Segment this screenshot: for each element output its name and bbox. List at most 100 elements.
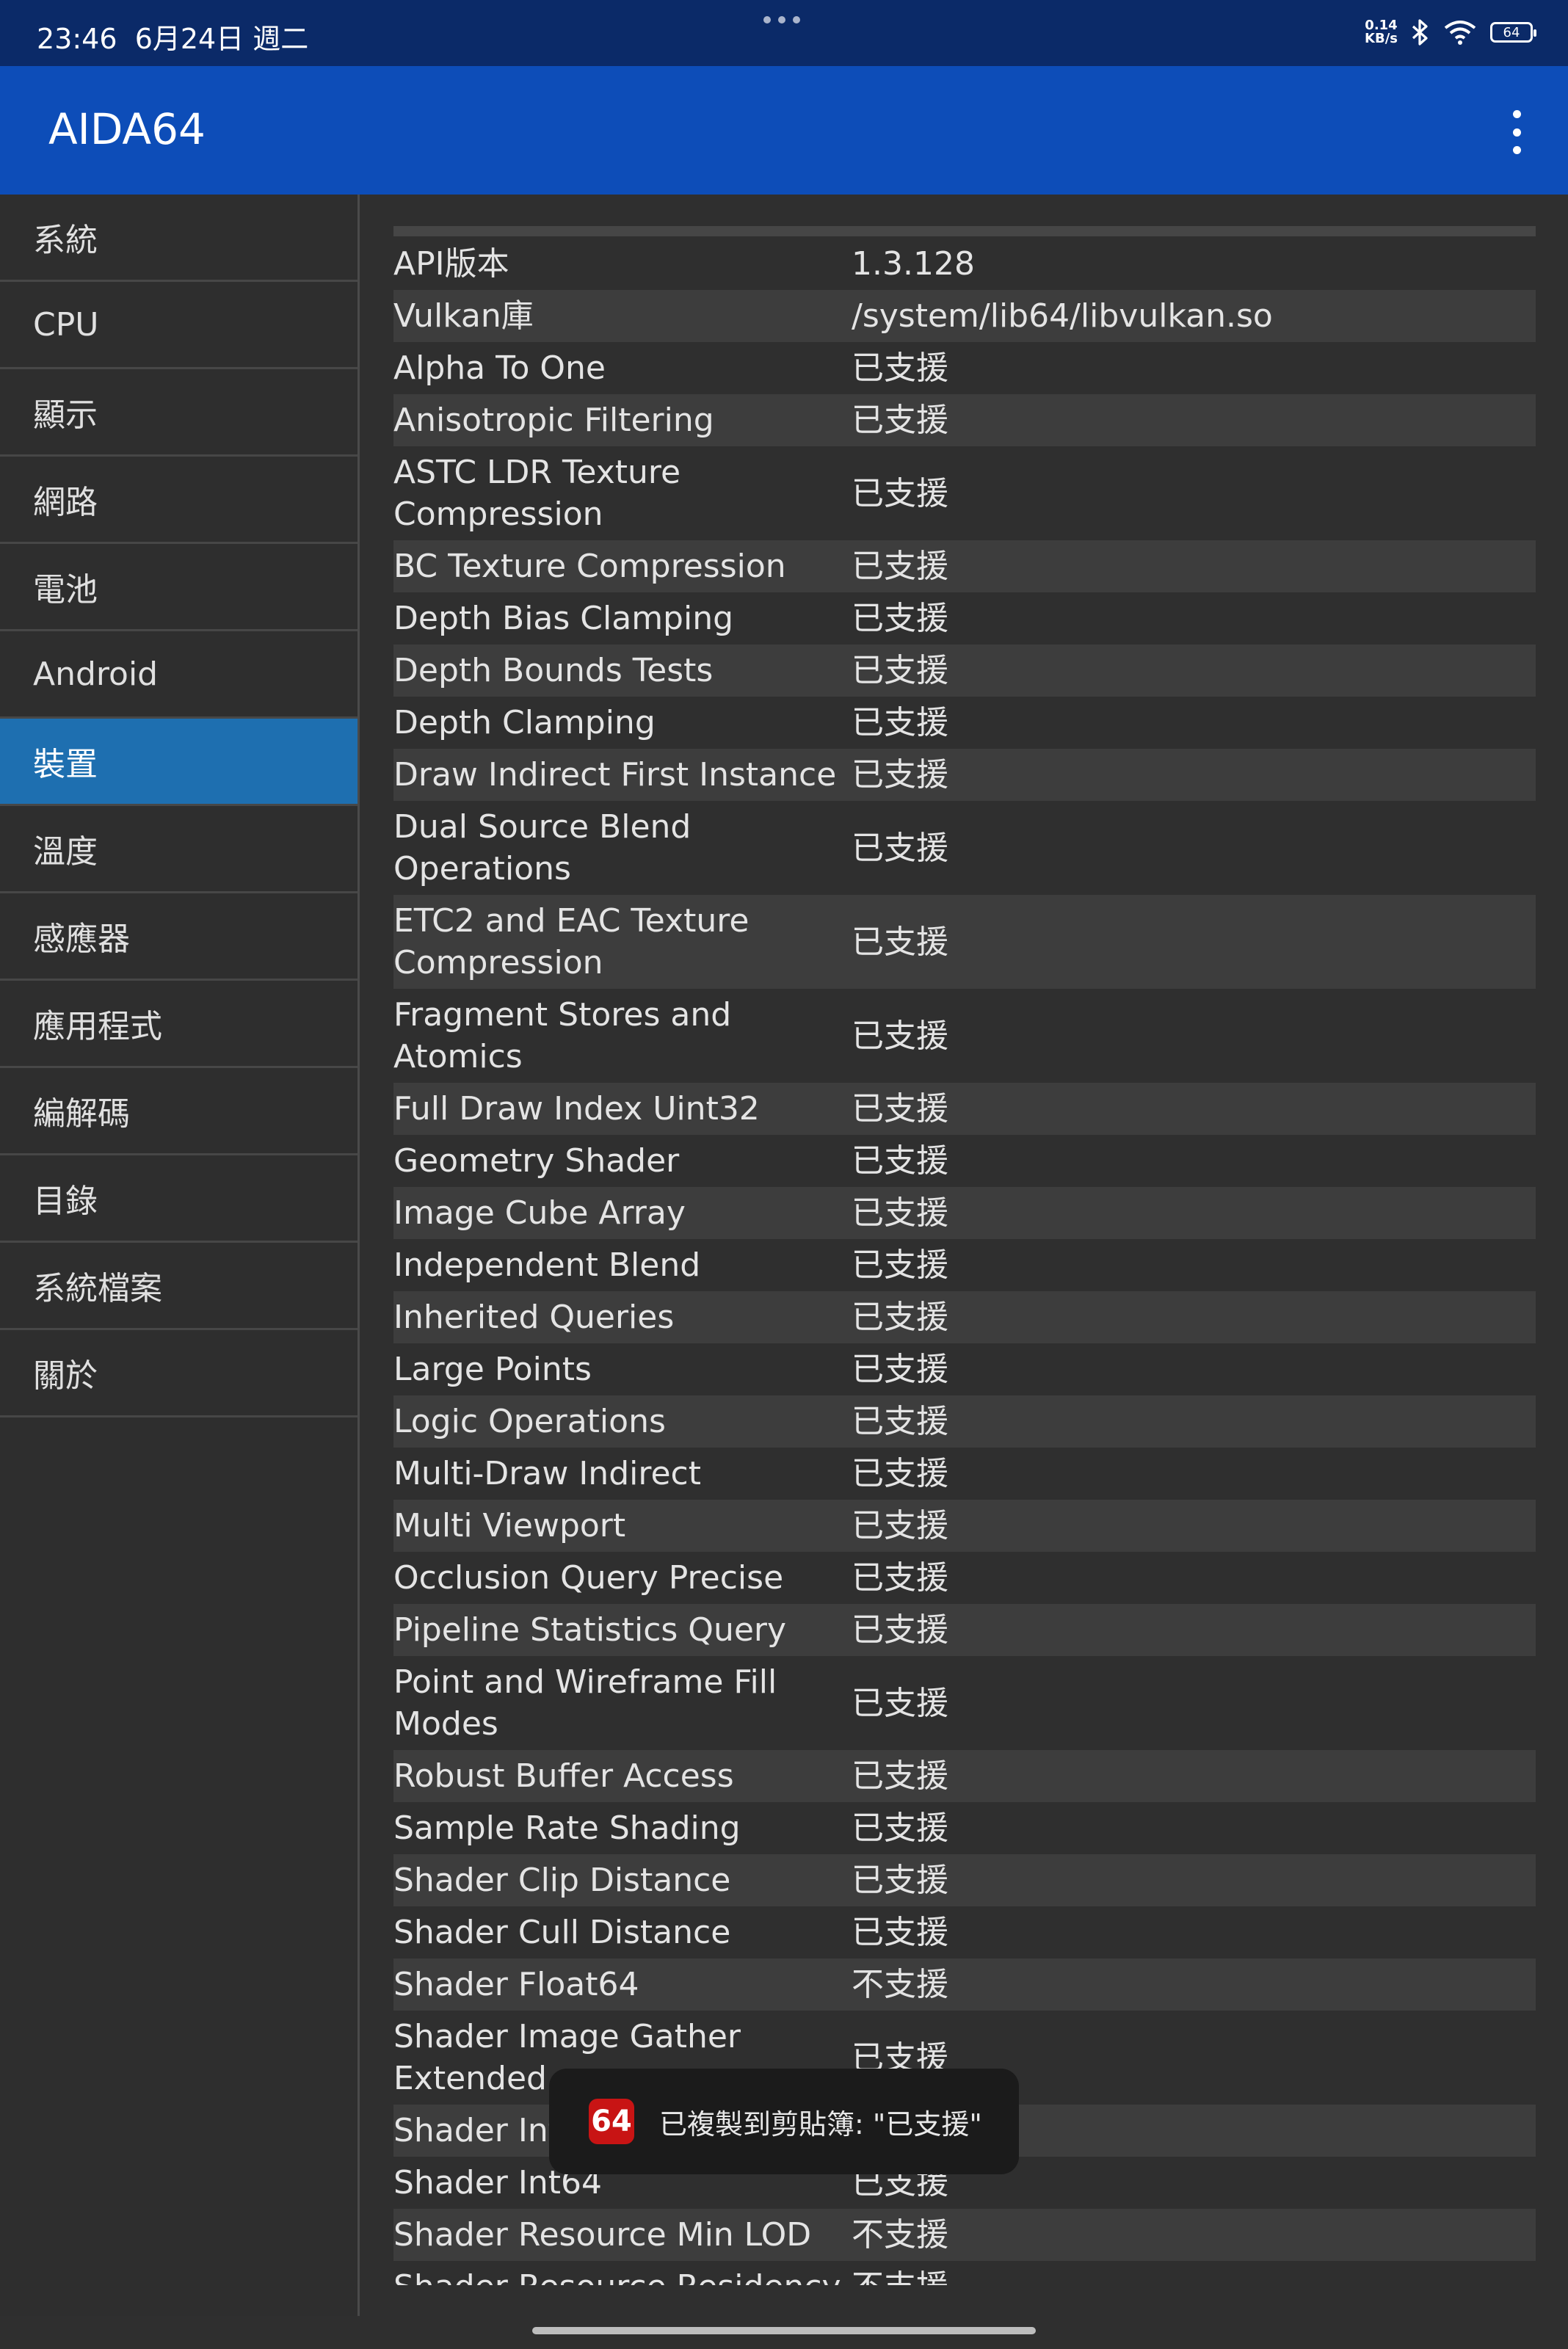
sidebar-item-android[interactable]: Android	[0, 631, 357, 719]
table-row[interactable]: BC Texture Compression 已支援	[393, 540, 1536, 592]
network-speed: 0.14 KB/s	[1365, 18, 1398, 46]
row-value[interactable]: 已支援	[852, 1854, 1536, 1906]
row-value[interactable]: 已支援	[852, 342, 1536, 394]
table-row[interactable]: Full Draw Index Uint32 已支援	[393, 1083, 1536, 1135]
sidebar-item-apps[interactable]: 應用程式	[0, 981, 357, 1068]
row-key: Depth Bias Clamping	[393, 600, 734, 637]
row-key: Shader Clip Distance	[393, 1862, 731, 1899]
sidebar-item-system[interactable]: 系統	[0, 195, 357, 282]
table-row[interactable]: Robust Buffer Access 已支援	[393, 1750, 1536, 1802]
table-row[interactable]: Geometry Shader 已支援	[393, 1135, 1536, 1187]
sidebar-item-codecs[interactable]: 編解碼	[0, 1068, 357, 1155]
sidebar-item-network[interactable]: 網路	[0, 457, 357, 544]
vulkan-features-table: API版本 1.3.128 Vulkan庫/system/lib64/libvulk…	[393, 226, 1536, 2285]
row-value[interactable]: 已支援	[852, 1291, 1536, 1343]
row-value[interactable]: 已支援	[852, 592, 1536, 645]
table-row[interactable]: Fragment Stores and Atomics 已支援	[393, 989, 1536, 1083]
table-row[interactable]: Point and Wireframe Fill Modes 已支援	[393, 1656, 1536, 1750]
table-row[interactable]: Pipeline Statistics Query 已支援	[393, 1604, 1536, 1656]
row-value[interactable]: 已支援	[852, 1802, 1536, 1854]
table-row[interactable]: ASTC LDR Texture Compression 已支援	[393, 446, 1536, 540]
table-row[interactable]: Dual Source Blend Operations 已支援	[393, 801, 1536, 895]
row-key: ASTC LDR Texture Compression	[393, 454, 681, 533]
table-row[interactable]: Depth Bounds Tests 已支援	[393, 645, 1536, 697]
row-key: Point and Wireframe Fill Modes	[393, 1663, 777, 1743]
table-row[interactable]: Draw Indirect First Instance 已支援	[393, 749, 1536, 801]
bluetooth-icon	[1412, 19, 1428, 46]
home-indicator[interactable]	[532, 2327, 1036, 2334]
table-row[interactable]: Large Points 已支援	[393, 1343, 1536, 1395]
row-value[interactable]: 不支援	[852, 2261, 1536, 2285]
table-row[interactable]: Shader Resource Residency不支援	[393, 2261, 1536, 2285]
row-value[interactable]: 已支援	[852, 1239, 1536, 1291]
clipboard-toast: 64 已複製到剪貼簿: "已支援"	[549, 2069, 1019, 2174]
sidebar-item-display[interactable]: 顯示	[0, 369, 357, 457]
row-key: ETC2 and EAC Texture Compression	[393, 902, 749, 981]
table-row[interactable]: Shader Resource Min LOD 不支援	[393, 2209, 1536, 2261]
row-value[interactable]: 1.3.128	[852, 238, 1536, 290]
table-row[interactable]: Alpha To One 已支援	[393, 342, 1536, 394]
table-row[interactable]: Anisotropic Filtering 已支援	[393, 394, 1536, 446]
row-value[interactable]: 已支援	[852, 1448, 1536, 1500]
aida64-app-icon: 64	[589, 2099, 634, 2144]
sidebar-item-battery[interactable]: 電池	[0, 544, 357, 631]
table-row[interactable]: Vulkan庫/system/lib64/libvulkan.so	[393, 290, 1536, 342]
row-key: Depth Bounds Tests	[393, 652, 714, 689]
table-row[interactable]: Shader Float64 不支援	[393, 1958, 1536, 2011]
table-row[interactable]: Shader Cull Distance 已支援	[393, 1906, 1536, 1958]
row-key: Robust Buffer Access	[393, 1757, 734, 1795]
row-value[interactable]: 已支援	[852, 749, 1536, 801]
table-row[interactable]: Inherited Queries 已支援	[393, 1291, 1536, 1343]
row-key: Anisotropic Filtering	[393, 402, 714, 439]
row-value[interactable]: 已支援	[852, 1677, 1536, 1729]
row-value[interactable]: 已支援	[852, 1395, 1536, 1448]
row-value[interactable]: 已支援	[852, 394, 1536, 446]
row-key: Occlusion Query Precise	[393, 1559, 784, 1597]
row-key: Shader Resource Min LOD	[393, 2216, 812, 2254]
sidebar-item-sensors[interactable]: 感應器	[0, 893, 357, 981]
row-value[interactable]: 不支援	[852, 2209, 1536, 2261]
row-value[interactable]: 已支援	[852, 1604, 1536, 1656]
row-key: Vulkan庫	[393, 297, 534, 335]
table-row[interactable]: Logic Operations 已支援	[393, 1395, 1536, 1448]
sidebar-item-system-files[interactable]: 系統檔案	[0, 1243, 357, 1330]
row-value[interactable]: 已支援	[852, 1906, 1536, 1958]
sidebar-item-directories[interactable]: 目錄	[0, 1155, 357, 1243]
row-value[interactable]: 已支援	[852, 916, 1536, 968]
table-row[interactable]: Multi Viewport 已支援	[393, 1500, 1536, 1552]
battery-icon: 64	[1490, 22, 1536, 43]
table-row[interactable]: Independent Blend 已支援	[393, 1239, 1536, 1291]
row-value[interactable]: 已支援	[852, 1083, 1536, 1135]
row-value[interactable]: 已支援	[852, 1135, 1536, 1187]
row-value[interactable]: 已支援	[852, 540, 1536, 592]
table-row[interactable]: Multi-Draw Indirect 已支援	[393, 1448, 1536, 1500]
row-value[interactable]: 已支援	[852, 1750, 1536, 1802]
row-value[interactable]: 已支援	[852, 1343, 1536, 1395]
table-row[interactable]: Depth Clamping 已支援	[393, 697, 1536, 749]
row-value[interactable]: 已支援	[852, 1187, 1536, 1239]
row-value[interactable]: 已支援	[852, 1552, 1536, 1604]
row-value[interactable]: 不支援	[852, 1958, 1536, 2011]
row-value[interactable]: 已支援	[852, 1010, 1536, 1062]
row-value[interactable]: /system/lib64/libvulkan.so	[852, 290, 1536, 342]
row-value[interactable]: 已支援	[852, 697, 1536, 749]
row-key: Multi-Draw Indirect	[393, 1455, 701, 1492]
sidebar-item-thermal[interactable]: 溫度	[0, 806, 357, 893]
sidebar-item-about[interactable]: 關於	[0, 1330, 357, 1417]
multitask-dots-icon[interactable]	[763, 16, 807, 31]
table-row[interactable]: Shader Clip Distance 已支援	[393, 1854, 1536, 1906]
row-value[interactable]: 已支援	[852, 468, 1536, 520]
row-key: Multi Viewport	[393, 1507, 626, 1544]
table-row[interactable]: Occlusion Query Precise 已支援	[393, 1552, 1536, 1604]
table-row[interactable]: Sample Rate Shading 已支援	[393, 1802, 1536, 1854]
row-value[interactable]: 已支援	[852, 822, 1536, 874]
table-row[interactable]: Image Cube Array 已支援	[393, 1187, 1536, 1239]
more-vert-icon[interactable]	[1503, 110, 1530, 154]
row-value[interactable]: 已支援	[852, 645, 1536, 697]
row-value[interactable]: 已支援	[852, 1500, 1536, 1552]
sidebar-item-cpu[interactable]: CPU	[0, 282, 357, 369]
table-row[interactable]: ETC2 and EAC Texture Compression 已支援	[393, 895, 1536, 989]
table-row[interactable]: API版本 1.3.128	[393, 238, 1536, 290]
sidebar-item-devices[interactable]: 裝置	[0, 719, 357, 806]
table-row[interactable]: Depth Bias Clamping 已支援	[393, 592, 1536, 645]
